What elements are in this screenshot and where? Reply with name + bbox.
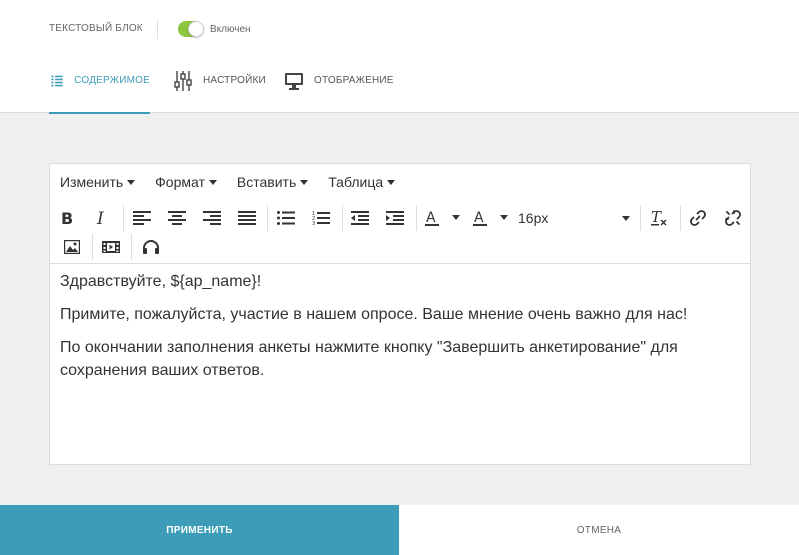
font-size-select[interactable]: 16px xyxy=(518,206,636,230)
indent-icon xyxy=(386,211,404,225)
editor-toolbar: B I 123 A A 16px T xyxy=(50,200,750,264)
align-justify-button[interactable] xyxy=(235,206,259,230)
apply-button[interactable]: ПРИМЕНИТЬ xyxy=(0,505,399,555)
toggle-label: Включен xyxy=(210,24,251,35)
toggle-knob xyxy=(188,21,204,37)
align-right-button[interactable] xyxy=(200,206,224,230)
menu-edit-label: Изменить xyxy=(60,174,124,190)
outdent-icon xyxy=(351,211,369,225)
sliders-icon xyxy=(174,71,192,91)
align-right-icon xyxy=(203,211,221,225)
toolbar-separator xyxy=(267,205,268,231)
block-title: ТЕКСТОВЫЙ БЛОК xyxy=(49,23,143,34)
text-color-caret-icon[interactable] xyxy=(452,215,460,220)
panel-header: ТЕКСТОВЫЙ БЛОК Включен СОДЕРЖИМОЕ НАСТРО… xyxy=(0,0,799,114)
background-color-button[interactable]: A xyxy=(468,206,492,230)
rich-text-editor: Изменить Формат Вставить Таблица B I 1 2… xyxy=(49,163,751,465)
numbered-list-icon: 123 xyxy=(312,211,330,226)
italic-icon: I xyxy=(96,210,104,226)
insert-image-button[interactable] xyxy=(60,235,84,259)
align-left-button[interactable] xyxy=(130,206,154,230)
menu-format-label: Формат xyxy=(155,174,205,190)
list-icon xyxy=(51,75,63,87)
outdent-button[interactable] xyxy=(348,206,372,230)
toolbar-separator xyxy=(131,234,132,260)
italic-button[interactable]: I xyxy=(90,206,114,230)
content-paragraph-invitation: Примите, пожалуйста, участие в нашем опр… xyxy=(60,306,688,323)
align-justify-icon xyxy=(238,211,256,225)
align-center-icon xyxy=(168,211,186,225)
editor-menubar: Изменить Формат Вставить Таблица xyxy=(50,164,750,200)
svg-text:I: I xyxy=(96,210,104,226)
tab-display-label: ОТОБРАЖЕНИЕ xyxy=(314,75,394,86)
font-size-value: 16px xyxy=(518,210,549,226)
svg-text:B: B xyxy=(61,210,73,226)
menu-insert[interactable]: Вставить xyxy=(236,174,309,190)
caret-down-icon xyxy=(300,179,309,185)
enabled-toggle[interactable] xyxy=(178,21,204,37)
toolbar-separator xyxy=(342,205,343,231)
menu-table[interactable]: Таблица xyxy=(328,174,396,190)
tab-content-label: СОДЕРЖИМОЕ xyxy=(74,75,150,86)
bold-button[interactable]: B xyxy=(55,206,79,230)
cancel-button[interactable]: ОТМЕНА xyxy=(399,505,799,555)
content-paragraph-greeting: Здравствуйте, ${ap_name}! xyxy=(60,273,262,290)
menu-format[interactable]: Формат xyxy=(155,174,217,190)
menu-insert-label: Вставить xyxy=(236,174,297,190)
tab-content[interactable]: СОДЕРЖИМОЕ xyxy=(49,70,150,114)
svg-text:T: T xyxy=(651,209,662,226)
remove-link-button[interactable] xyxy=(721,206,745,230)
svg-text:A: A xyxy=(426,210,436,226)
svg-text:A: A xyxy=(474,210,484,226)
image-icon xyxy=(64,240,80,254)
indent-button[interactable] xyxy=(383,206,407,230)
caret-down-icon xyxy=(127,179,136,185)
monitor-icon xyxy=(285,73,303,90)
insert-video-button[interactable] xyxy=(99,235,123,259)
toolbar-separator xyxy=(92,234,93,260)
caret-down-icon xyxy=(387,179,396,185)
caret-down-icon xyxy=(622,216,630,221)
bullet-list-icon xyxy=(277,211,295,225)
align-center-button[interactable] xyxy=(165,206,189,230)
toolbar-separator xyxy=(640,205,641,231)
toolbar-separator xyxy=(416,205,417,231)
menu-table-label: Таблица xyxy=(328,174,384,190)
bold-icon: B xyxy=(61,210,73,226)
numbered-list-button[interactable]: 123 xyxy=(309,206,333,230)
caret-down-icon xyxy=(208,179,217,185)
align-left-icon xyxy=(133,211,151,225)
unlink-icon xyxy=(725,210,741,226)
clear-formatting-button[interactable]: T xyxy=(647,206,671,230)
header-divider xyxy=(157,20,158,39)
tab-display[interactable]: ОТОБРАЖЕНИЕ xyxy=(284,70,394,113)
insert-audio-button[interactable] xyxy=(139,235,163,259)
footer-actions: ПРИМЕНИТЬ ОТМЕНА xyxy=(0,505,799,555)
clear-formatting-icon: T xyxy=(651,209,667,226)
tab-settings-label: НАСТРОЙКИ xyxy=(203,75,266,86)
text-color-icon: A xyxy=(425,210,439,226)
tab-settings[interactable]: НАСТРОЙКИ xyxy=(173,70,266,113)
svg-text:3: 3 xyxy=(312,221,315,226)
background-color-icon: A xyxy=(473,210,487,226)
video-icon xyxy=(102,241,120,253)
toolbar-separator xyxy=(123,205,124,231)
toolbar-separator xyxy=(680,205,681,231)
text-color-button[interactable]: A xyxy=(420,206,444,230)
bullet-list-button[interactable] xyxy=(274,206,298,230)
headphones-icon xyxy=(143,240,159,254)
link-icon xyxy=(690,210,706,226)
menu-edit[interactable]: Изменить xyxy=(60,174,136,190)
insert-link-button[interactable] xyxy=(686,206,710,230)
content-paragraph-instruction: По окончании заполнения анкеты нажмите к… xyxy=(60,339,678,379)
editor-content-area[interactable]: Здравствуйте, ${ap_name}! Примите, пожал… xyxy=(50,264,750,464)
background-color-caret-icon[interactable] xyxy=(500,215,508,220)
